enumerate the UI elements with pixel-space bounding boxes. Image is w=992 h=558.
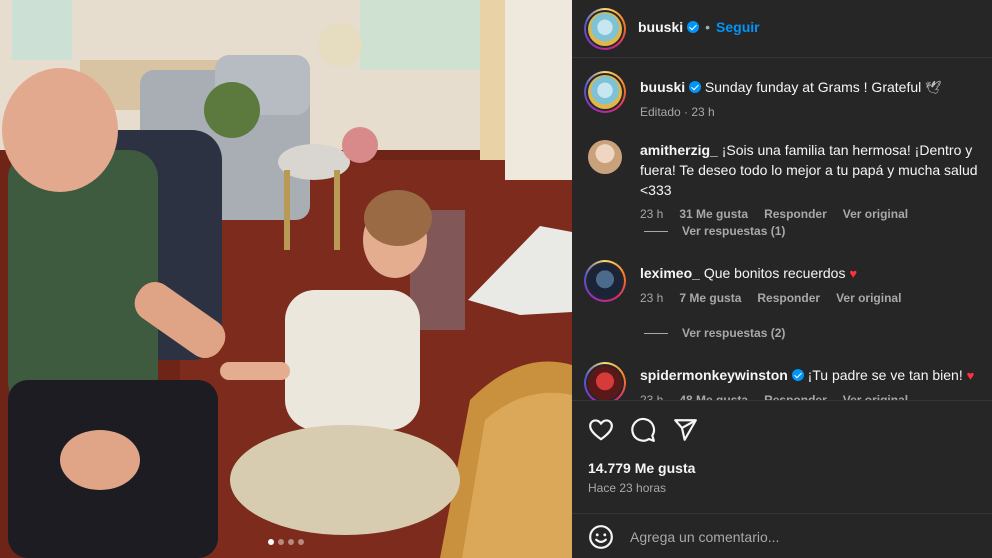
edited-label: Editado xyxy=(640,105,681,119)
post-timestamp: Hace 23 horas xyxy=(588,481,667,495)
comment-input[interactable] xyxy=(630,528,960,545)
comment-username[interactable]: spidermonkeywinston xyxy=(640,367,788,383)
follow-button[interactable]: Seguir xyxy=(716,19,760,35)
heart-emoji-icon: ♥ xyxy=(966,368,975,383)
header-separator: • xyxy=(705,19,711,35)
carousel-dot xyxy=(298,539,304,545)
see-original-button[interactable]: Ver original xyxy=(836,288,901,308)
author-username[interactable]: buuski xyxy=(638,19,683,35)
comment-likes[interactable]: 48 Me gusta xyxy=(679,390,748,400)
heart-icon[interactable] xyxy=(588,417,614,443)
carousel-dot xyxy=(268,539,274,545)
reply-button[interactable]: Responder xyxy=(764,390,827,400)
carousel-dots xyxy=(268,539,304,545)
comment-time: 23 h xyxy=(640,393,664,400)
heart-emoji-icon: ♥ xyxy=(849,266,858,281)
replies-divider xyxy=(644,332,668,334)
comment-likes[interactable]: 7 Me gusta xyxy=(679,288,741,308)
share-icon[interactable] xyxy=(672,417,698,443)
post-header: buuski • Seguir xyxy=(572,0,992,58)
comment-time: 23 h xyxy=(640,291,664,305)
reply-button[interactable]: Responder xyxy=(764,204,827,224)
author-avatar[interactable] xyxy=(584,71,626,113)
post-actions: 14.779 Me gusta Hace 23 horas xyxy=(572,400,992,558)
author-avatar[interactable] xyxy=(584,8,626,50)
comment-icon[interactable] xyxy=(630,417,656,443)
caption-text: Sunday funday at Grams ! Grateful xyxy=(704,79,922,95)
emoji-icon[interactable] xyxy=(588,524,614,550)
comments-list[interactable]: buuski Sunday funday at Grams ! Grateful… xyxy=(572,58,992,400)
view-replies-label: Ver respuestas (1) xyxy=(682,224,786,238)
dove-icon: 🕊 xyxy=(925,80,942,95)
reply-button[interactable]: Responder xyxy=(757,288,820,308)
caption-username[interactable]: buuski xyxy=(640,79,685,95)
comment-time: 23 h xyxy=(640,207,664,221)
commenter-avatar[interactable] xyxy=(584,362,626,400)
view-replies-label: Ver respuestas (2) xyxy=(682,326,786,340)
comment-username[interactable]: leximeo_ xyxy=(640,265,700,281)
post-side-panel: buuski • Seguir buuski Sunday funday at … xyxy=(572,0,992,558)
comment-text: ¡Tu padre se ve tan bien! xyxy=(807,367,963,383)
comment-text: Que bonitos recuerdos xyxy=(703,265,846,281)
comment-composer xyxy=(572,513,992,558)
see-original-button[interactable]: Ver original xyxy=(843,390,908,400)
comment-username[interactable]: amitherzig_ xyxy=(640,142,718,158)
see-original-button[interactable]: Ver original xyxy=(843,204,908,224)
view-replies-button[interactable]: Ver respuestas (1) xyxy=(644,224,785,238)
carousel-dot xyxy=(288,539,294,545)
verified-badge-icon xyxy=(687,21,700,33)
comment-likes[interactable]: 31 Me gusta xyxy=(679,204,748,224)
photo-illustration xyxy=(0,0,572,558)
carousel-dot xyxy=(278,539,284,545)
verified-badge-icon xyxy=(689,81,702,93)
post-photo[interactable] xyxy=(0,0,572,558)
view-replies-button[interactable]: Ver respuestas (2) xyxy=(644,326,785,340)
commenter-avatar[interactable] xyxy=(588,140,622,174)
likes-count[interactable]: 14.779 Me gusta xyxy=(588,460,695,476)
verified-badge-icon xyxy=(791,369,804,381)
replies-divider xyxy=(644,230,668,232)
commenter-avatar[interactable] xyxy=(584,260,626,302)
edited-time: 23 h xyxy=(691,105,715,119)
